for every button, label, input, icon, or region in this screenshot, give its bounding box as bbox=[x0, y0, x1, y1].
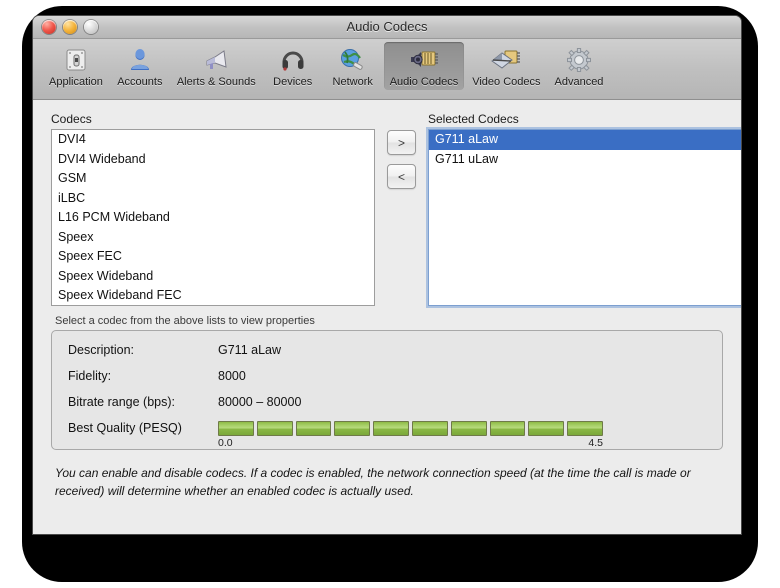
window-titlebar[interactable]: Audio Codecs bbox=[33, 16, 741, 39]
quality-label: Best Quality (PESQ) bbox=[68, 421, 182, 435]
property-row-quality: Best Quality (PESQ) 0.0 4.5 bbox=[68, 421, 706, 449]
quality-segment bbox=[567, 421, 603, 436]
list-item[interactable]: Speex FEC bbox=[52, 247, 374, 267]
toolbar-label: Network bbox=[332, 76, 373, 88]
accounts-icon bbox=[123, 45, 157, 75]
list-item[interactable]: L16 PCM Wideband bbox=[52, 208, 374, 228]
toolbar-item-accounts[interactable]: Accounts bbox=[111, 42, 169, 90]
quality-meter bbox=[218, 421, 603, 436]
toolbar-label: Accounts bbox=[117, 76, 163, 88]
quality-segment bbox=[411, 421, 448, 436]
toolbar-label: Alerts & Sounds bbox=[176, 76, 256, 88]
property-value: 8000 bbox=[218, 369, 246, 383]
codec-lists: Codecs DVI4 DVI4 Wideband GSM iLBC L16 P… bbox=[51, 112, 741, 306]
toolbar-item-advanced[interactable]: Advanced bbox=[549, 42, 610, 90]
toolbar-item-application[interactable]: Application bbox=[43, 42, 109, 90]
application-icon bbox=[59, 45, 93, 75]
quality-segment bbox=[450, 421, 487, 436]
toolbar-item-audio-codecs[interactable]: Audio Codecs bbox=[383, 42, 465, 90]
transfer-buttons: > < bbox=[387, 130, 416, 189]
quality-scale: 0.0 4.5 bbox=[218, 437, 603, 449]
quality-segment bbox=[528, 421, 565, 436]
toolbar-item-alerts-sounds[interactable]: Alerts & Sounds bbox=[171, 42, 262, 90]
selected-codecs-list[interactable]: G711 aLaw G711 uLaw bbox=[428, 129, 741, 306]
remove-codec-button[interactable]: < bbox=[387, 164, 416, 189]
quality-segment bbox=[218, 421, 254, 436]
codec-properties-box: Description: G711 aLaw Fidelity: 8000 Bi… bbox=[51, 330, 723, 450]
toolbar-item-network[interactable]: Network bbox=[324, 42, 382, 90]
property-row-fidelity: Fidelity: 8000 bbox=[68, 369, 706, 383]
list-item[interactable]: G711 aLaw bbox=[429, 130, 741, 150]
toolbar-label: Video Codecs bbox=[472, 76, 541, 88]
property-label: Description: bbox=[68, 343, 134, 357]
audio-codecs-icon bbox=[407, 45, 441, 75]
toolbar-label: Advanced bbox=[554, 76, 604, 88]
footer-note: You can enable and disable codecs. If a … bbox=[55, 466, 691, 498]
toolbar-label: Application bbox=[49, 76, 103, 88]
property-label: Fidelity: bbox=[68, 369, 112, 383]
quality-segment bbox=[295, 421, 332, 436]
list-item[interactable]: DVI4 Wideband bbox=[52, 150, 374, 170]
selected-codecs-label: Selected Codecs bbox=[428, 112, 519, 126]
list-item[interactable]: Speex Wideband bbox=[52, 267, 374, 287]
property-row-bitrate: Bitrate range (bps): 80000 – 80000 bbox=[68, 395, 706, 409]
property-row-description: Description: G711 aLaw bbox=[68, 343, 706, 357]
alerts-sounds-icon bbox=[199, 45, 233, 75]
quality-max-label: 4.5 bbox=[588, 437, 603, 449]
toolbar-label: Audio Codecs bbox=[389, 76, 459, 88]
list-item[interactable]: GSM bbox=[52, 169, 374, 189]
list-item[interactable]: DVI4 bbox=[52, 130, 374, 150]
quality-segment bbox=[334, 421, 371, 436]
network-icon bbox=[336, 45, 370, 75]
property-value: G711 aLaw bbox=[218, 343, 282, 357]
window-title: Audio Codecs bbox=[346, 19, 428, 34]
selected-codecs-panel: Selected Codecs G711 aLaw G711 uLaw bbox=[428, 112, 741, 306]
list-item[interactable]: Speex Wideband FEC bbox=[52, 286, 374, 305]
advanced-icon bbox=[562, 45, 596, 75]
quality-segment bbox=[489, 421, 526, 436]
quality-segment bbox=[373, 421, 409, 436]
list-item[interactable]: iLBC bbox=[52, 189, 374, 209]
codecs-panel: Codecs DVI4 DVI4 Wideband GSM iLBC L16 P… bbox=[51, 112, 375, 306]
property-label: Bitrate range (bps): bbox=[68, 395, 175, 409]
audio-codecs-pane: Codecs DVI4 DVI4 Wideband GSM iLBC L16 P… bbox=[33, 100, 741, 500]
preferences-window: Audio Codecs Application Accounts Alerts… bbox=[33, 16, 741, 534]
quality-meter-area: 0.0 4.5 bbox=[218, 421, 603, 449]
codecs-list-label: Codecs bbox=[51, 112, 92, 126]
list-item[interactable]: Speex bbox=[52, 228, 374, 248]
list-item[interactable]: G711 uLaw bbox=[429, 150, 741, 170]
add-codec-button[interactable]: > bbox=[387, 130, 416, 155]
property-value: 80000 – 80000 bbox=[218, 395, 302, 409]
codecs-list[interactable]: DVI4 DVI4 Wideband GSM iLBC L16 PCM Wide… bbox=[51, 129, 375, 306]
properties-hint: Select a codec from the above lists to v… bbox=[55, 315, 315, 327]
toolbar-label: Devices bbox=[273, 76, 313, 88]
toolbar-item-video-codecs[interactable]: Video Codecs bbox=[466, 42, 546, 90]
quality-segment bbox=[256, 421, 293, 436]
devices-icon bbox=[276, 45, 310, 75]
quality-min-label: 0.0 bbox=[218, 437, 233, 449]
toolbar-item-devices[interactable]: Devices bbox=[264, 42, 322, 90]
preferences-toolbar: Application Accounts Alerts & Sounds Dev… bbox=[33, 39, 741, 100]
video-codecs-icon bbox=[489, 45, 523, 75]
